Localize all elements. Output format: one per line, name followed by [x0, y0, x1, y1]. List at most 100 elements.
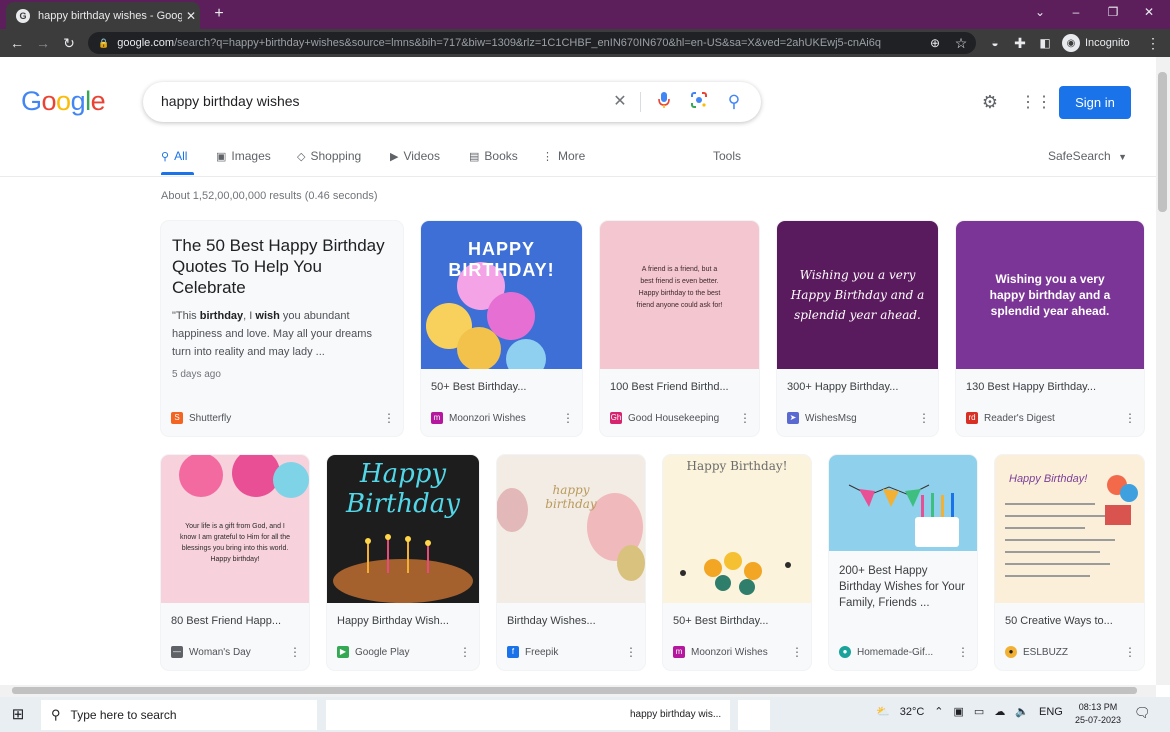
tray-chevron-icon[interactable]: ⌃ [934, 705, 943, 718]
search-box[interactable]: happy birthday wishes ✕ ⚲ [143, 82, 761, 122]
bookmark-star-icon[interactable]: ☆ [951, 33, 971, 53]
result-thumbnail[interactable]: Wishing you a very happy birthday and a … [956, 221, 1144, 369]
microphone-icon[interactable] [653, 91, 675, 113]
more-options-icon[interactable]: ⋮ [562, 411, 574, 425]
result-source[interactable]: ▶ Google Play [337, 646, 409, 658]
temperature[interactable]: 32°C [900, 706, 925, 718]
image-result-card[interactable]: Happy Birthday Happy Birthday Wish... ▶ G… [327, 455, 479, 670]
result-thumbnail[interactable]: A friend is a friend, but a best friend … [600, 221, 759, 369]
google-lens-icon[interactable] [688, 91, 710, 113]
image-result-card[interactable]: A friend is a friend, but a best friend … [600, 221, 759, 436]
tab-videos[interactable]: ▶ Videos [390, 149, 440, 163]
close-window-button[interactable]: ✕ [1139, 5, 1159, 19]
clock[interactable]: 08:13 PM 25-07-2023 [1070, 701, 1126, 727]
google-apps-grid-icon[interactable]: ⋮⋮⋮ [1020, 92, 1068, 112]
result-thumbnail[interactable]: Your life is a gift from God, and I know… [161, 455, 309, 603]
result-caption[interactable]: 50+ Best Birthday... [673, 615, 799, 627]
tray-app-icon[interactable]: ▣ [954, 705, 964, 718]
image-result-card[interactable]: Happy Birthday! 50 Creative Ways to... ●… [995, 455, 1144, 670]
result-source[interactable]: m Moonzori Wishes [431, 412, 526, 424]
image-result-card[interactable]: Happy Birthday! 50+ Best Birthday... m Mo… [663, 455, 811, 670]
more-options-icon[interactable]: ⋮ [625, 645, 637, 659]
image-result-card[interactable]: Wishing you a very Happy Birthday and a … [777, 221, 938, 436]
incognito-profile[interactable]: ◉ Incognito [1062, 32, 1130, 54]
result-caption[interactable]: 130 Best Happy Birthday... [966, 381, 1126, 393]
result-thumbnail[interactable]: happy birthday [497, 455, 645, 603]
tab-shopping[interactable]: ◇ Shopping [297, 149, 361, 163]
browser-tab[interactable]: G happy birthday wishes - Google ✕ [6, 2, 200, 29]
result-source[interactable]: rd Reader's Digest [966, 412, 1055, 424]
taskbar-app-chrome[interactable]: happy birthday wis... [326, 700, 730, 730]
result-caption[interactable]: Happy Birthday Wish... [337, 615, 467, 627]
image-result-card[interactable]: HAPPY BIRTHDAY! 50+ Best Birthday... m Mo… [421, 221, 582, 436]
result-thumbnail[interactable]: Wishing you a very Happy Birthday and a … [777, 221, 938, 369]
result-caption[interactable]: 50+ Best Birthday... [431, 381, 571, 393]
onedrive-icon[interactable]: ☁ [994, 705, 1005, 718]
address-bar[interactable]: 🔒 google.com/search?q=happy+birthday+wis… [88, 32, 976, 54]
image-result-card[interactable]: 200+ Best Happy Birthday Wishes for Your… [829, 455, 977, 670]
result-source[interactable]: m Moonzori Wishes [673, 646, 768, 658]
clear-search-icon[interactable]: ✕ [609, 91, 631, 113]
result-source[interactable]: — Woman's Day [171, 646, 251, 658]
result-thumbnail[interactable] [829, 455, 977, 551]
weather-icon[interactable]: ⛅ [876, 705, 890, 718]
tab-more[interactable]: ⋮ More [542, 149, 585, 163]
result-thumbnail[interactable]: HAPPY BIRTHDAY! [421, 221, 582, 369]
forward-arrow-icon[interactable]: → [33, 33, 53, 53]
tab-search-chevron-icon[interactable]: ⌄ [1030, 5, 1050, 19]
result-thumbnail[interactable]: Happy Birthday! [663, 455, 811, 603]
more-options-icon[interactable]: ⋮ [459, 645, 471, 659]
result-thumbnail[interactable]: Happy Birthday! [995, 455, 1144, 603]
vertical-scroll-thumb[interactable] [1158, 72, 1167, 212]
reload-icon[interactable]: ↻ [59, 33, 79, 53]
search-icon[interactable]: ⚲ [723, 91, 745, 113]
result-caption[interactable]: 300+ Happy Birthday... [787, 381, 927, 393]
result-caption[interactable]: Birthday Wishes... [507, 615, 633, 627]
result-caption[interactable]: 80 Best Friend Happ... [171, 615, 297, 627]
result-source[interactable]: ● Homemade-Gif... [839, 646, 933, 658]
result-caption[interactable]: 100 Best Friend Birthd... [610, 381, 748, 393]
tab-all[interactable]: ⚲ All [161, 149, 187, 163]
maximize-button[interactable]: ❐ [1103, 5, 1123, 19]
windows-start-icon[interactable]: ⊞ [8, 705, 28, 723]
result-source[interactable]: ➤ WishesMsg [787, 412, 857, 424]
search-input[interactable]: happy birthday wishes [161, 93, 300, 109]
result-caption[interactable]: 50 Creative Ways to... [1005, 615, 1133, 627]
notifications-icon[interactable]: 🗨 [1134, 705, 1151, 721]
tools-button[interactable]: Tools [713, 149, 741, 163]
more-options-icon[interactable]: ⋮ [383, 411, 395, 425]
tab-books[interactable]: ▤ Books [469, 149, 518, 163]
result-caption[interactable]: 200+ Best Happy Birthday Wishes for Your… [839, 563, 965, 611]
more-options-icon[interactable]: ⋮ [957, 645, 969, 659]
side-panel-icon[interactable]: ◧ [1035, 33, 1055, 53]
result-source[interactable]: f Freepik [507, 646, 558, 658]
more-options-icon[interactable]: ⋮ [1124, 645, 1136, 659]
browser-menu-icon[interactable]: ⋮ [1143, 33, 1163, 53]
volume-icon[interactable]: 🔈 [1015, 705, 1029, 718]
featured-source[interactable]: S Shutterfly [171, 412, 231, 424]
puzzle-extensions-icon[interactable]: ✚ [1010, 33, 1030, 53]
extension-icon[interactable]: ◒ [985, 33, 1005, 53]
google-logo[interactable]: Google [21, 86, 106, 117]
horizontal-scroll-thumb[interactable] [12, 687, 1137, 694]
network-icon[interactable]: ▭ [974, 705, 984, 718]
language-indicator[interactable]: ENG [1039, 706, 1063, 718]
result-source[interactable]: Gh Good Housekeeping [610, 412, 719, 424]
sign-in-button[interactable]: Sign in [1059, 86, 1131, 119]
new-tab-button[interactable]: + [210, 5, 228, 23]
result-source[interactable]: ● ESLBUZZ [1005, 646, 1068, 658]
image-result-card[interactable]: Your life is a gift from God, and I know… [161, 455, 309, 670]
more-options-icon[interactable]: ⋮ [289, 645, 301, 659]
more-options-icon[interactable]: ⋮ [791, 645, 803, 659]
settings-gear-icon[interactable]: ⚙ [979, 92, 1001, 113]
image-result-card[interactable]: Wishing you a very happy birthday and a … [956, 221, 1144, 436]
back-arrow-icon[interactable]: ← [7, 33, 27, 53]
featured-result-card[interactable]: The 50 Best Happy Birthday Quotes To Hel… [161, 221, 403, 436]
more-options-icon[interactable]: ⋮ [1124, 411, 1136, 425]
zoom-icon[interactable]: ⊕ [925, 33, 945, 53]
more-options-icon[interactable]: ⋮ [739, 411, 751, 425]
close-tab-icon[interactable]: ✕ [182, 9, 200, 23]
taskbar-search-box[interactable]: ⚲ Type here to search [41, 700, 317, 730]
safesearch-button[interactable]: SafeSearch ▼ [1048, 149, 1127, 163]
tab-images[interactable]: ▣ Images [216, 149, 271, 163]
